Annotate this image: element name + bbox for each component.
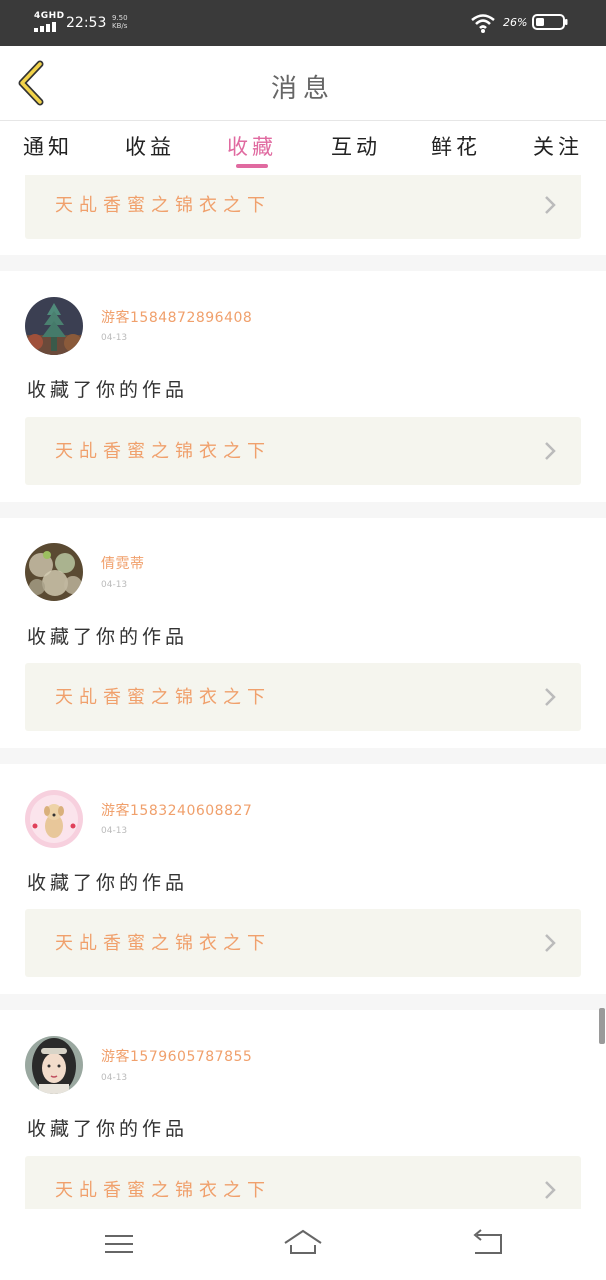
back-icon[interactable]	[467, 1227, 507, 1261]
action-text: 收藏了你的作品	[27, 872, 189, 894]
username[interactable]: 倩霓蒂	[101, 553, 145, 573]
date: 04-13	[101, 333, 128, 343]
network-speed: 9.50 KB/s	[112, 14, 128, 30]
chevron-right-icon	[545, 688, 556, 706]
avatar[interactable]	[25, 790, 83, 848]
username[interactable]: 游客1584872896408	[101, 307, 252, 327]
battery-icon	[532, 14, 568, 30]
avatar[interactable]	[25, 297, 83, 355]
page-title: 消息	[270, 74, 335, 104]
menu-icon[interactable]	[99, 1227, 139, 1261]
section-divider	[0, 502, 606, 518]
section-divider	[0, 255, 606, 271]
home-icon[interactable]	[283, 1227, 323, 1261]
work-title: 天乩香蜜之锦衣之下	[55, 933, 271, 954]
work-title: 天乩香蜜之锦衣之下	[55, 441, 271, 462]
speed-value: 9.50	[112, 14, 128, 22]
date: 04-13	[101, 1073, 128, 1083]
status-time: 22:53	[66, 15, 107, 31]
avatar-puppy	[25, 790, 83, 848]
battery-percent: 26%	[503, 16, 528, 29]
wifi-icon	[471, 14, 495, 33]
tab-bar: 通知 收益 收藏 互动 鲜花 关注	[0, 121, 606, 175]
work-title: 天乩香蜜之锦衣之下	[55, 687, 271, 708]
section-divider	[0, 994, 606, 1010]
status-bar: 4GHD 22:53 9.50 KB/s 26%	[0, 0, 606, 46]
scrollbar-thumb[interactable]	[599, 1008, 605, 1044]
username[interactable]: 游客1579605787855	[101, 1046, 252, 1066]
avatar-woman	[25, 1036, 83, 1094]
section-divider	[0, 748, 606, 764]
app-header: 消息	[0, 46, 606, 121]
chevron-right-icon	[545, 442, 556, 460]
tab-favorites[interactable]: 收藏	[212, 131, 292, 161]
speed-unit: KB/s	[112, 22, 128, 30]
tab-earnings[interactable]: 收益	[110, 131, 190, 161]
chevron-right-icon	[545, 934, 556, 952]
signal-icon	[34, 22, 58, 32]
date: 04-13	[101, 580, 128, 590]
work-link-card[interactable]: 天乩香蜜之锦衣之下	[25, 663, 581, 731]
chevron-right-icon	[545, 196, 556, 214]
chevron-right-icon	[545, 1181, 556, 1199]
avatar[interactable]	[25, 543, 83, 601]
system-nav-bar	[0, 1209, 606, 1280]
work-link-card[interactable]: 天乩香蜜之锦衣之下	[25, 909, 581, 977]
avatar-bubbles	[25, 543, 83, 601]
avatar[interactable]	[25, 1036, 83, 1094]
work-link-card[interactable]: 天乩香蜜之锦衣之下	[25, 1156, 581, 1209]
message-feed[interactable]: 天乩香蜜之锦衣之下 游客1584872896408 04-13 收藏了你的作品 …	[0, 175, 606, 1209]
active-tab-indicator	[236, 164, 268, 168]
action-text: 收藏了你的作品	[27, 379, 189, 401]
tab-notifications[interactable]: 通知	[8, 131, 88, 161]
username[interactable]: 游客1583240608827	[101, 800, 252, 820]
action-text: 收藏了你的作品	[27, 1118, 189, 1140]
work-link-card[interactable]: 天乩香蜜之锦衣之下	[25, 175, 581, 239]
tab-following[interactable]: 关注	[518, 131, 598, 161]
network-type: 4GHD	[34, 11, 65, 21]
action-text: 收藏了你的作品	[27, 626, 189, 648]
work-link-card[interactable]: 天乩香蜜之锦衣之下	[25, 417, 581, 485]
tab-interactions[interactable]: 互动	[316, 131, 396, 161]
tab-flowers[interactable]: 鲜花	[416, 131, 496, 161]
avatar-pagoda	[25, 297, 83, 355]
work-title: 天乩香蜜之锦衣之下	[55, 195, 271, 216]
date: 04-13	[101, 826, 128, 836]
work-title: 天乩香蜜之锦衣之下	[55, 1180, 271, 1201]
